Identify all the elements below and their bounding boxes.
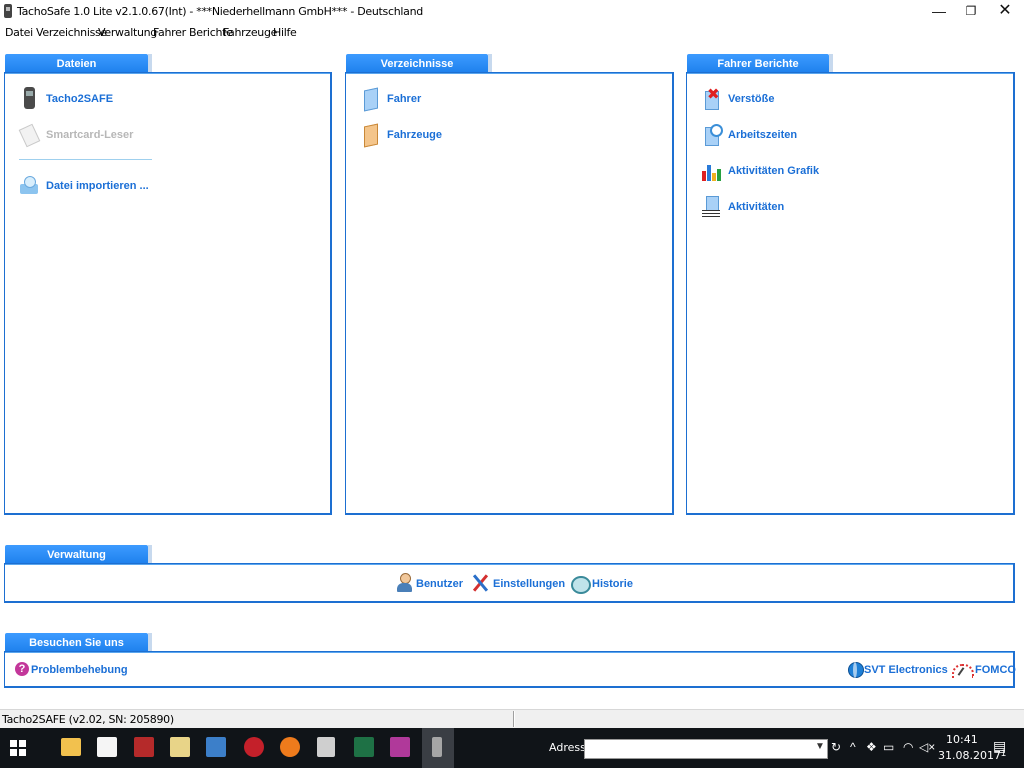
firefox-icon[interactable]: [280, 737, 300, 757]
aktivitaeten-grafik-label: Aktivitäten Grafik: [728, 165, 820, 177]
aktivitaeten-grafik-item[interactable]: Aktivitäten Grafik: [701, 158, 819, 184]
status-text: Tacho2SAFE (v2.02, SN: 205890): [2, 713, 174, 726]
svt-electronics-link[interactable]: SVT Electronics: [846, 657, 948, 683]
activity-list-icon: [701, 195, 723, 219]
chevron-up-icon[interactable]: ^: [850, 740, 856, 754]
tools-icon: [470, 572, 492, 596]
status-bar: Tacho2SAFE (v2.02, SN: 205890): [0, 709, 1024, 728]
app-red-icon[interactable]: [134, 737, 154, 757]
chart-icon: [701, 159, 723, 183]
smartcard-reader-label: Smartcard-Leser: [46, 129, 134, 141]
dropbox-icon[interactable]: ❖: [866, 740, 877, 754]
clock-date[interactable]: 31.08.2017: [938, 749, 1001, 762]
gauge-icon: [951, 658, 974, 682]
einstellungen-label: Einstellungen: [493, 578, 566, 590]
history-icon: [569, 572, 591, 596]
calculator-icon[interactable]: [317, 737, 335, 757]
volume-muted-icon[interactable]: ◁×: [919, 740, 935, 754]
problembehebung-label: Problembehebung: [31, 664, 128, 676]
notification-count: 1: [1001, 748, 1007, 758]
user-icon: [394, 572, 416, 596]
menu-verzeichnisse[interactable]: Verzeichnisse: [36, 26, 107, 39]
import-file-item[interactable]: Datei importieren ...: [19, 173, 149, 199]
driver-book-icon: [360, 87, 382, 111]
menu-verwaltung[interactable]: Verwaltung: [98, 26, 157, 39]
verstoesse-label: Verstöße: [728, 93, 775, 105]
arbeitszeiten-item[interactable]: Arbeitszeiten: [701, 122, 797, 148]
status-divider: [513, 711, 515, 727]
menu-fahrzeuge[interactable]: Fahrzeuge: [223, 26, 277, 39]
taskbar: Adresse ▼ ↻ ^ ❖ ▭ ◠ ◁× 10:41 31.08.2017 …: [0, 728, 1024, 768]
import-disk-icon: [19, 174, 41, 198]
menu-bar: Datei Verzeichnisse Verwaltung Fahrer Be…: [0, 24, 1024, 42]
address-dropdown-icon[interactable]: ▼: [815, 741, 825, 752]
verstoesse-item[interactable]: Verstöße: [701, 85, 775, 112]
app-icon: [4, 4, 12, 18]
einstellungen-item[interactable]: Einstellungen: [470, 571, 565, 597]
notes-icon[interactable]: [170, 737, 190, 757]
benutzer-label: Benutzer: [416, 578, 464, 590]
svt-electronics-label: SVT Electronics: [864, 664, 948, 676]
excel-icon[interactable]: [354, 737, 374, 757]
media-icon[interactable]: [244, 737, 264, 757]
title-bar: TachoSafe 1.0 Lite v2.1.0.67(Int) - ***N…: [0, 0, 1024, 24]
menu-datei[interactable]: Datei: [5, 26, 33, 39]
tab-fahrer-berichte: Fahrer Berichte: [687, 54, 833, 74]
fahrer-item[interactable]: Fahrer: [360, 86, 421, 112]
fomco-link[interactable]: FOMCO: [951, 657, 1016, 683]
tab-verzeichnisse: Verzeichnisse: [346, 54, 492, 74]
tachosafe-taskbar-icon: [432, 737, 442, 757]
violation-icon: [701, 85, 723, 111]
wifi-icon[interactable]: ◠: [903, 740, 913, 754]
device-icon: [19, 87, 41, 111]
benutzer-item[interactable]: Benutzer: [394, 571, 463, 597]
smartcard-reader-item[interactable]: Smartcard-Leser: [19, 122, 133, 148]
maximize-button[interactable]: ❐: [954, 0, 988, 24]
file-explorer-icon[interactable]: [61, 738, 81, 756]
tab-verwaltung: Verwaltung: [5, 545, 152, 565]
close-button[interactable]: ✕: [988, 0, 1022, 24]
divider: [19, 159, 152, 160]
fahrzeuge-item[interactable]: Fahrzeuge: [360, 122, 442, 148]
tab-dateien: Dateien: [5, 54, 152, 74]
windows-start-icon[interactable]: [10, 740, 26, 756]
import-file-label: Datei importieren ...: [46, 180, 149, 192]
vehicle-book-icon: [360, 123, 382, 147]
minimize-button[interactable]: —: [922, 0, 956, 24]
battery-icon[interactable]: ▭: [883, 740, 894, 754]
aktivitaeten-label: Aktivitäten: [728, 201, 785, 213]
historie-label: Historie: [592, 578, 633, 590]
historie-item[interactable]: Historie: [569, 571, 633, 597]
fahrer-label: Fahrer: [387, 93, 422, 105]
clock-icon: [701, 123, 723, 147]
globe-icon: [846, 658, 864, 682]
fahrzeuge-label: Fahrzeuge: [387, 129, 443, 141]
menu-hilfe[interactable]: Hilfe: [273, 26, 297, 39]
menu-fahrer-berichte[interactable]: Fahrer Berichte: [153, 26, 233, 39]
refresh-icon[interactable]: ↻: [831, 740, 841, 754]
tacho2safe-item[interactable]: Tacho2SAFE: [19, 86, 113, 112]
layers-icon[interactable]: [206, 737, 226, 757]
address-input[interactable]: [584, 739, 828, 759]
arbeitszeiten-label: Arbeitszeiten: [728, 129, 798, 141]
tacho2safe-label: Tacho2SAFE: [46, 93, 114, 105]
problembehebung-link[interactable]: Problembehebung: [13, 657, 128, 683]
tab-besuchen-sie-uns: Besuchen Sie uns: [5, 633, 152, 653]
window-title: TachoSafe 1.0 Lite v2.1.0.67(Int) - ***N…: [17, 5, 423, 18]
help-icon: [13, 658, 31, 682]
smartcard-icon: [19, 123, 41, 147]
fomco-label: FOMCO: [975, 664, 1016, 676]
aktivitaeten-item[interactable]: Aktivitäten: [701, 194, 784, 220]
archive-icon[interactable]: [390, 737, 410, 757]
clock-time[interactable]: 10:41: [946, 733, 978, 746]
store-icon[interactable]: [97, 737, 117, 757]
